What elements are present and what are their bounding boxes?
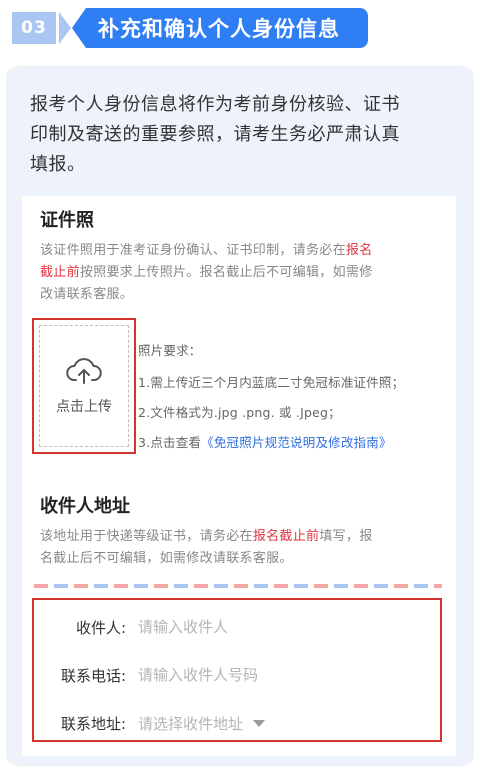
requirements-title: 照片要求： [138, 343, 202, 358]
phone-label: 联系电话: [60, 666, 126, 685]
address-section-title: 收件人地址 [40, 496, 130, 517]
address-row: 联系地址: 请选择收件地址 [34, 708, 440, 738]
phone-row: 联系电话: [34, 660, 440, 690]
address-section-desc: 该地址用于快递等级证书，请务必在报名截止前填写，报 名截止后不可编辑，如需修改请… [40, 529, 373, 566]
step-title: 补充和确认个人身份信息 [72, 8, 368, 48]
phone-input[interactable] [138, 666, 338, 684]
address-select[interactable]: 请选择收件地址 [138, 713, 266, 734]
upload-label: 点击上传 [56, 399, 112, 415]
requirement-1: 1.需上传近三个月内蓝底二寸免冠标准证件照； [138, 375, 405, 390]
upload-button[interactable]: 点击上传 [39, 325, 129, 447]
recipient-row: 收件人: [34, 612, 440, 642]
photo-section-desc: 该证件照用于准考证身份确认、证书印制，请务必在报名 截止前按照要求上传照片。报名… [40, 243, 373, 302]
address-placeholder: 请选择收件地址 [138, 714, 244, 733]
requirement-3: 3.点击查看《免冠照片规范说明及修改指南》 [138, 435, 392, 450]
cloud-upload-icon [66, 358, 102, 384]
airmail-divider [34, 584, 442, 588]
address-label: 联系地址: [60, 714, 126, 733]
step-number: 03 [12, 12, 56, 44]
photo-section-title: 证件照 [40, 210, 94, 231]
upload-highlight: 点击上传 [32, 318, 136, 454]
chevron-right-icon [56, 12, 74, 44]
step-header: 03 补充和确认个人身份信息 [12, 8, 368, 50]
caret-down-icon [253, 719, 266, 727]
recipient-label: 收件人: [75, 618, 126, 637]
intro-text: 报考个人身份信息将作为考前身份核验、证书 印制及寄送的重要参照，请考生务必严肃认… [30, 94, 400, 175]
requirement-2: 2.文件格式为.jpg .png. 或 .Jpeg； [138, 405, 341, 420]
recipient-input[interactable] [138, 618, 338, 636]
photo-guide-link[interactable]: 《免冠照片规范说明及修改指南》 [201, 435, 392, 450]
recipient-form: 收件人: 联系电话: 联系地址: 请选择收件地址 [32, 598, 442, 742]
